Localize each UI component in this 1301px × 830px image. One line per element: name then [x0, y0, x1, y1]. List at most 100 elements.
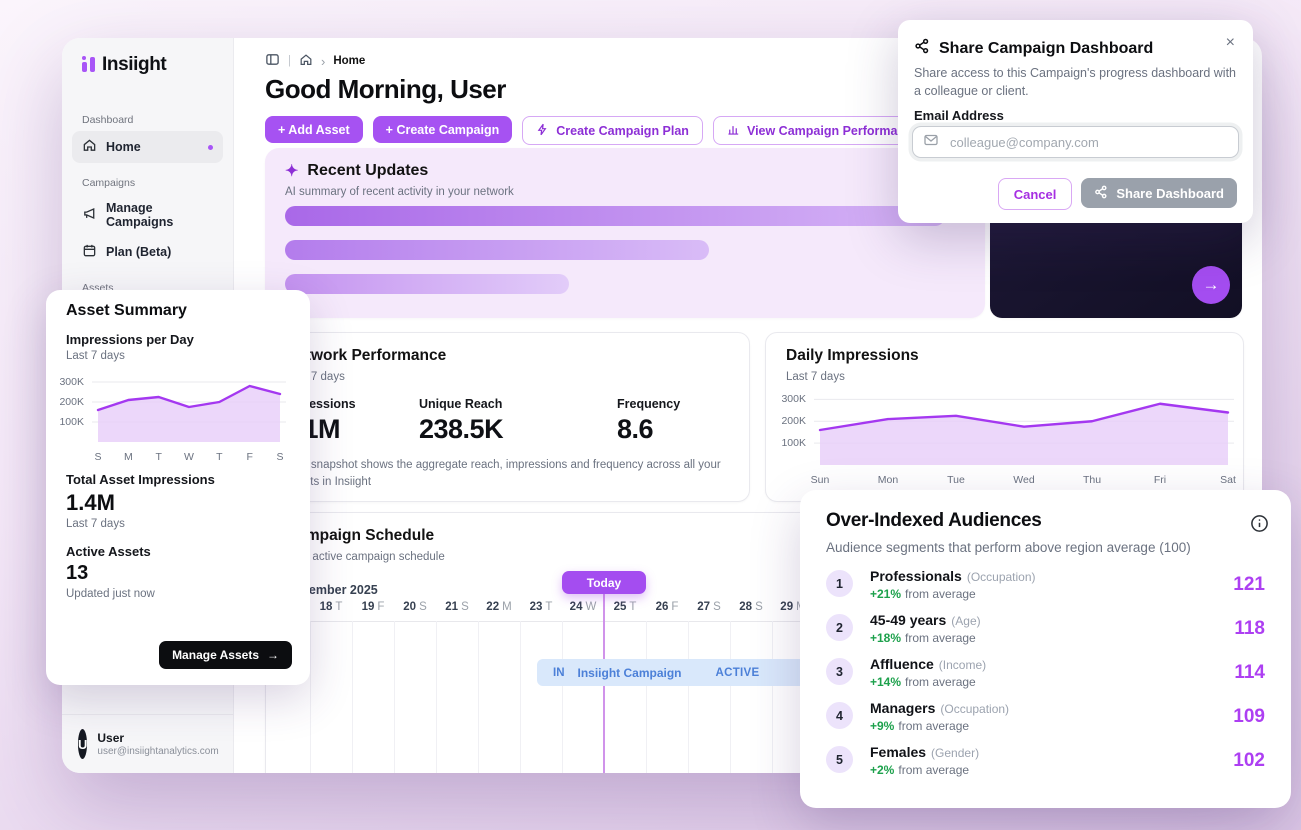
x-axis-tick: Thu — [1072, 474, 1112, 486]
rank-badge: 2 — [826, 614, 853, 641]
daily-impressions-chart: 300K200K100KSunMonTueWedThuFriSat — [772, 387, 1240, 493]
x-axis-tick: S — [260, 451, 300, 463]
gantt-gridline — [520, 621, 521, 773]
cancel-button[interactable]: Cancel — [998, 178, 1073, 210]
sidebar-item-label: Home — [106, 140, 141, 154]
close-icon[interactable]: × — [1222, 30, 1239, 56]
y-axis-tick: 200K — [56, 396, 84, 408]
metric-value: 238.5K — [419, 414, 617, 445]
gantt-day-label: 23T — [524, 601, 558, 613]
x-axis-tick: Tue — [936, 474, 976, 486]
manage-assets-button[interactable]: Manage Assets → — [159, 641, 292, 669]
daily-impressions-area-chart — [814, 387, 1234, 467]
active-assets-value: 13 — [66, 562, 88, 585]
audience-category: (Gender) — [931, 746, 979, 760]
audience-name: Affluence(Income) — [870, 656, 986, 672]
ai-summary-skeleton-bar — [285, 240, 709, 260]
audience-category: (Occupation) — [967, 570, 1036, 584]
gantt-gridline — [478, 621, 479, 773]
rank-badge: 1 — [826, 570, 853, 597]
share-dashboard-modal: Share Campaign Dashboard × Share access … — [898, 20, 1253, 223]
gantt-gridline — [772, 621, 773, 773]
user-profile[interactable]: U User user@insiightanalytics.com — [62, 714, 233, 773]
total-impressions-value: 1.4M — [66, 490, 115, 516]
daily-impressions-subtitle: Last 7 days — [786, 371, 845, 383]
x-axis-tick: Fri — [1140, 474, 1180, 486]
info-icon[interactable] — [1250, 514, 1269, 538]
button-label: + Add Asset — [278, 123, 350, 137]
gantt-day-label: 20S — [398, 601, 432, 613]
recent-updates-title: Recent Updates — [307, 162, 428, 180]
campaign-name: Insiight Campaign — [578, 666, 682, 680]
metric-frequency: Frequency8.6 — [617, 397, 680, 445]
over-indexed-audiences-card: Over-Indexed Audiences Audience segments… — [800, 490, 1291, 808]
email-field-wrap — [912, 126, 1239, 158]
breadcrumb-page: Home — [333, 55, 365, 67]
button-label: View Campaign Performance — [747, 124, 919, 138]
asset-summary-title: Asset Summary — [66, 302, 187, 320]
audience-delta: +14%from average — [870, 675, 976, 689]
action-buttons: + Add Asset + Create Campaign Create Campa… — [265, 116, 933, 145]
rank-badge: 4 — [826, 702, 853, 729]
create-campaign-button[interactable]: + Create Campaign — [373, 116, 513, 143]
create-campaign-plan-button[interactable]: Create Campaign Plan — [522, 116, 703, 145]
arrow-right-icon: → — [267, 648, 279, 662]
button-label: Create Campaign Plan — [556, 124, 689, 138]
today-badge: Today — [562, 571, 646, 594]
audience-score: 114 — [1234, 662, 1265, 684]
asset-summary-popover: Asset Summary Impressions per Day Last 7… — [46, 290, 310, 685]
gantt-day-label: 19F — [356, 601, 390, 613]
audience-delta: +18%from average — [870, 631, 976, 645]
network-performance-title: Network Performance — [286, 347, 446, 365]
gantt-gridline — [310, 621, 311, 773]
home-icon[interactable] — [299, 53, 313, 70]
network-performance-card: Network Performance Last 7 days Impressi… — [265, 332, 750, 502]
bar-chart-icon — [727, 123, 740, 139]
sparkle-bolt-icon — [536, 123, 549, 139]
rank-badge: 5 — [826, 746, 853, 773]
active-assets-label: Active Assets — [66, 544, 151, 559]
updated-timestamp: Updated just now — [66, 588, 155, 600]
audience-row: 4Managers(Occupation)+9%from average109 — [826, 700, 1265, 740]
user-name: User — [97, 731, 218, 747]
network-performance-description: This snapshot shows the aggregate reach,… — [286, 457, 734, 490]
total-impressions-period: Last 7 days — [66, 518, 125, 530]
y-axis-tick: 300K — [56, 376, 84, 388]
audience-category: (Occupation) — [940, 702, 1009, 716]
gantt-gridline — [562, 621, 563, 773]
gantt-gridline — [394, 621, 395, 773]
gantt-day-label: 18T — [314, 601, 348, 613]
y-axis-tick: 300K — [772, 393, 806, 405]
share-dashboard-button[interactable]: Share Dashboard — [1081, 178, 1237, 208]
audience-score: 118 — [1234, 618, 1265, 640]
audience-category: (Age) — [951, 614, 980, 628]
add-asset-button[interactable]: + Add Asset — [265, 116, 363, 143]
gantt-gridline — [646, 621, 647, 773]
gantt-day-label: 26F — [650, 601, 684, 613]
user-email: user@insiightanalytics.com — [97, 746, 218, 757]
sidebar-toggle-icon[interactable] — [265, 52, 280, 70]
metric-label: Frequency — [617, 397, 680, 411]
sidebar-item-plan-beta[interactable]: Plan (Beta) — [72, 236, 223, 268]
impressions-per-day-chart: 300K200K100KSMTWTFS — [56, 370, 296, 468]
total-impressions-label: Total Asset Impressions — [66, 472, 215, 487]
brand-icon — [82, 54, 96, 75]
x-axis-tick: Wed — [1004, 474, 1044, 486]
daily-impressions-card: Daily Impressions Last 7 days 300K200K10… — [765, 332, 1244, 502]
y-axis-tick: 100K — [772, 437, 806, 449]
gantt-gridline — [730, 621, 731, 773]
gantt-gridline — [436, 621, 437, 773]
sidebar-item-home[interactable]: Home — [72, 131, 223, 163]
recent-updates-subtitle: AI summary of recent activity in your ne… — [285, 186, 514, 198]
breadcrumb-divider: | — [288, 55, 291, 67]
arrow-right-button[interactable]: → — [1192, 266, 1230, 304]
calendar-icon — [82, 243, 97, 261]
active-indicator-dot — [208, 145, 213, 150]
recent-updates-card: ✦ Recent Updates AI summary of recent ac… — [265, 148, 985, 318]
campaign-badge: IN — [553, 667, 565, 679]
button-label: + Create Campaign — [386, 123, 500, 137]
sidebar-item-manage-campaigns[interactable]: Manage Campaigns — [72, 194, 223, 236]
email-field[interactable] — [948, 134, 1228, 151]
share-dashboard-label: Share Dashboard — [1116, 186, 1224, 201]
app-logo[interactable]: Insiight — [82, 54, 166, 75]
